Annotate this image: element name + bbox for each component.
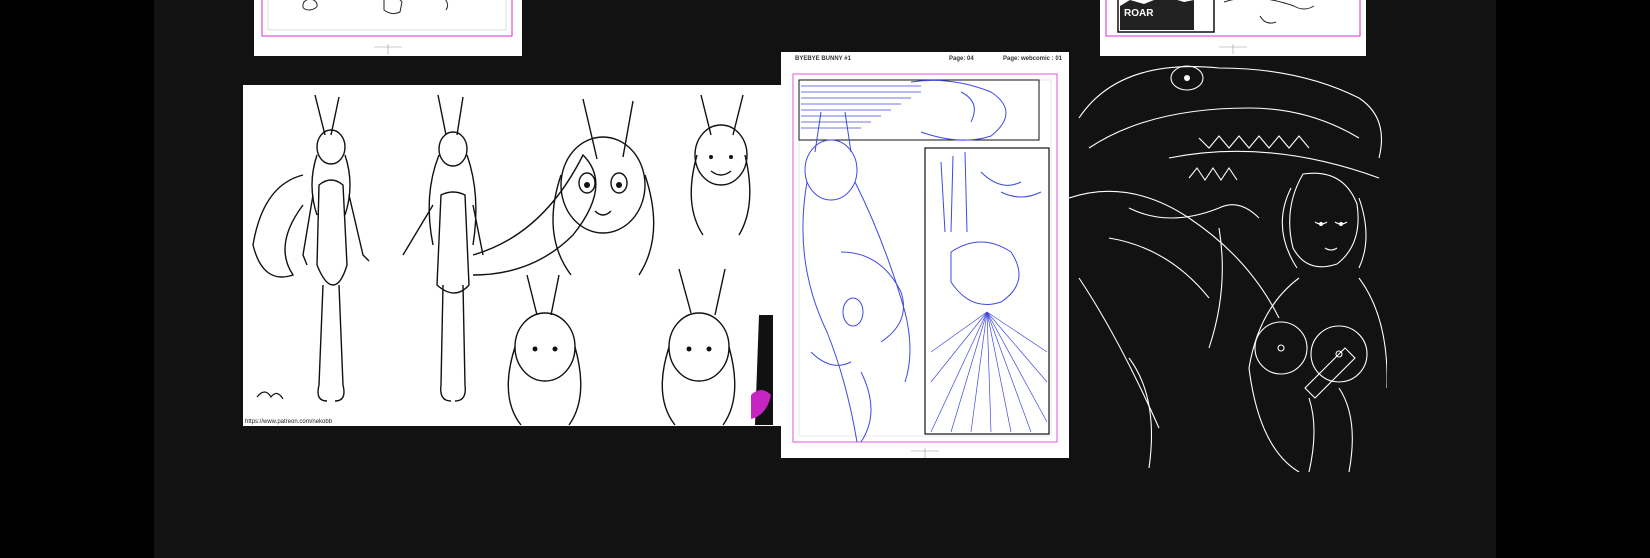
comic-page-image <box>781 52 1069 458</box>
thumbnail-top-left[interactable] <box>254 0 522 56</box>
thumbnail-top-right[interactable]: ROAR <box>1100 0 1366 56</box>
gallery-panel: ROAR https://www.patreon.com/nekobb BYEB… <box>154 0 1496 558</box>
sketch-page-image <box>254 0 522 56</box>
character-sheet-url: https://www.patreon.com/nekobb <box>245 419 333 425</box>
dragon-lineart-image <box>1069 58 1387 472</box>
thumbnail-comic-page[interactable]: BYEBYE BUNNY #1 Page: 04 Page: webcomic … <box>781 52 1069 458</box>
thumbnail-character-sheet[interactable]: https://www.patreon.com/nekobb <box>243 85 783 426</box>
comic-page-number: Page: 04 <box>949 56 974 62</box>
comic-page-webcomic: Page: webcomic : 01 <box>1003 56 1063 62</box>
roar-text: ROAR <box>1122 8 1156 19</box>
comic-series-title: BYEBYE BUNNY #1 <box>795 56 851 62</box>
character-sheet-image <box>243 85 783 426</box>
page: ROAR https://www.patreon.com/nekobb BYEB… <box>0 0 1650 558</box>
thumbnail-dragon-lineart[interactable] <box>1069 58 1387 472</box>
